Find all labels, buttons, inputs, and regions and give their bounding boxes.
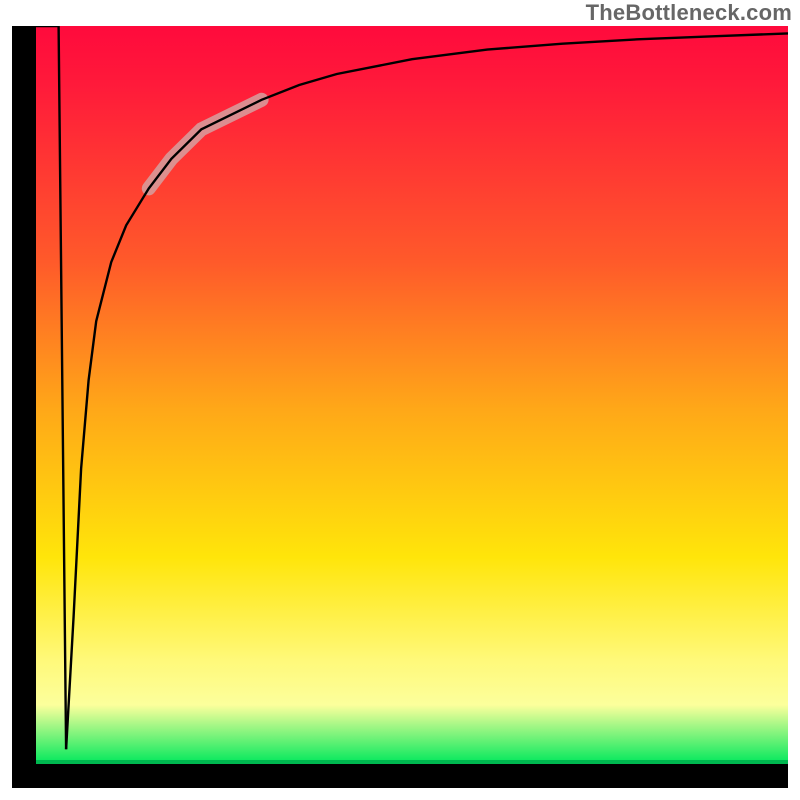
- chart-container: TheBottleneck.com: [0, 0, 800, 800]
- curve-spike: [36, 26, 66, 749]
- plot-area: [36, 26, 788, 764]
- watermark-text: TheBottleneck.com: [586, 0, 792, 26]
- curve-main: [66, 33, 788, 749]
- curve-highlight: [149, 100, 262, 189]
- plot-frame: [12, 26, 788, 788]
- curve-svg: [36, 26, 788, 764]
- baseline-strip: [36, 760, 788, 764]
